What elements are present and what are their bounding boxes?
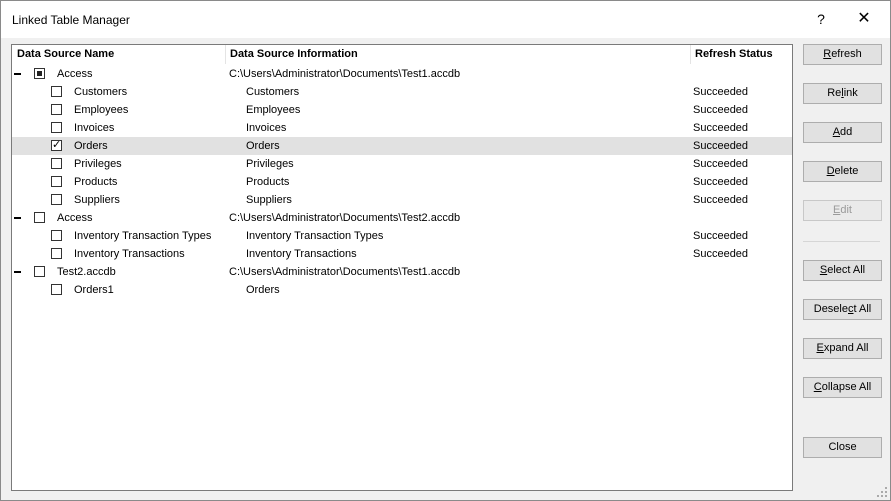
- row-checkbox[interactable]: [34, 212, 45, 223]
- data-source-information: Products: [246, 176, 290, 188]
- data-source-name: Inventory Transaction Types: [74, 230, 212, 242]
- data-source-name: Privileges: [74, 158, 122, 170]
- tree-item-row[interactable]: Suppliers Suppliers Succeeded: [12, 191, 792, 209]
- tree-item-row[interactable]: Privileges Privileges Succeeded: [12, 155, 792, 173]
- add-button[interactable]: Add: [803, 122, 882, 143]
- data-source-name: Suppliers: [74, 194, 120, 206]
- data-source-information: C:\Users\Administrator\Documents\Test1.a…: [229, 68, 461, 80]
- tree-group-row[interactable]: Access C:\Users\Administrator\Documents\T…: [12, 65, 792, 83]
- tree-item-row[interactable]: Products Products Succeeded: [12, 173, 792, 191]
- data-source-information: Employees: [246, 104, 301, 116]
- tree-group-row[interactable]: Access C:\Users\Administrator\Documents\T…: [12, 209, 792, 227]
- data-source-information: C:\Users\Administrator\Documents\Test1.a…: [229, 266, 461, 278]
- refresh-status: Succeeded: [693, 248, 749, 260]
- data-source-information: Orders: [246, 284, 280, 296]
- data-source-name: Access: [57, 212, 93, 224]
- window-title: Linked Table Manager: [12, 13, 130, 27]
- select-all-button[interactable]: Select All: [803, 260, 882, 281]
- data-source-name: Employees: [74, 104, 129, 116]
- data-source-name: Orders1: [74, 284, 114, 296]
- tree-item-row[interactable]: Inventory Transaction Types Inventory Tra…: [12, 227, 792, 245]
- data-source-information: Privileges: [246, 158, 294, 170]
- tree-item-row[interactable]: Customers Customers Succeeded: [12, 83, 792, 101]
- column-header-data-source-name[interactable]: Data Source Name: [17, 45, 114, 64]
- row-checkbox[interactable]: [51, 230, 62, 241]
- data-source-name: Customers: [74, 86, 128, 98]
- data-source-name: Test2.accdb: [57, 266, 116, 278]
- delete-button[interactable]: Delete: [803, 161, 882, 182]
- collapse-toggle-icon[interactable]: [14, 271, 21, 273]
- data-source-information: Customers: [246, 86, 300, 98]
- refresh-button[interactable]: Refresh: [803, 44, 882, 65]
- tree-item-row[interactable]: Employees Employees Succeeded: [12, 101, 792, 119]
- data-source-name: Invoices: [74, 122, 115, 134]
- row-checkbox[interactable]: [51, 248, 62, 259]
- refresh-status: Succeeded: [693, 194, 749, 206]
- data-source-name: Products: [74, 176, 118, 188]
- tree-group-row[interactable]: Test2.accdb C:\Users\Administrator\Docume…: [12, 263, 792, 281]
- refresh-status: Succeeded: [693, 158, 749, 170]
- refresh-status: Succeeded: [693, 122, 749, 134]
- refresh-status: Succeeded: [693, 140, 749, 152]
- data-source-information: Invoices: [246, 122, 287, 134]
- row-checkbox[interactable]: [51, 158, 62, 169]
- column-divider[interactable]: [690, 45, 691, 64]
- collapse-toggle-icon[interactable]: [14, 217, 21, 219]
- close-button[interactable]: Close: [803, 437, 882, 458]
- data-source-information: Inventory Transaction Types: [246, 230, 384, 242]
- row-checkbox[interactable]: [51, 138, 62, 152]
- collapse-toggle-icon[interactable]: [14, 73, 21, 75]
- tree-item-row[interactable]: Orders1 Orders: [12, 281, 792, 299]
- refresh-status: Succeeded: [693, 86, 749, 98]
- row-checkbox[interactable]: [51, 284, 62, 295]
- expand-all-button[interactable]: Expand All: [803, 338, 882, 359]
- refresh-status: Succeeded: [693, 104, 749, 116]
- help-icon[interactable]: ?: [813, 9, 829, 29]
- deselect-all-button[interactable]: Deselect All: [803, 299, 882, 320]
- collapse-all-button[interactable]: Collapse All: [803, 377, 882, 398]
- data-source-information: C:\Users\Administrator\Documents\Test2.a…: [229, 212, 461, 224]
- linked-table-manager-dialog: Linked Table Manager ? ✕ Data Source Nam…: [0, 0, 891, 501]
- refresh-status: Succeeded: [693, 176, 749, 188]
- column-divider[interactable]: [225, 45, 226, 64]
- row-checkbox[interactable]: [51, 86, 62, 97]
- data-source-name: Orders: [74, 140, 108, 152]
- data-source-name: Access: [57, 68, 93, 80]
- relink-button[interactable]: Relink: [803, 83, 882, 104]
- row-checkbox[interactable]: [51, 176, 62, 187]
- tree-item-row[interactable]: Invoices Invoices Succeeded: [12, 119, 792, 137]
- linked-tables-list[interactable]: Data Source Name Data Source Information…: [11, 44, 793, 491]
- close-icon[interactable]: ✕: [853, 9, 875, 29]
- row-checkbox[interactable]: [51, 122, 62, 133]
- row-checkbox[interactable]: [51, 104, 62, 115]
- column-header-refresh-status[interactable]: Refresh Status: [695, 45, 773, 64]
- button-group-separator: [803, 241, 880, 242]
- row-checkbox[interactable]: [51, 194, 62, 205]
- column-header-data-source-information[interactable]: Data Source Information: [230, 45, 358, 64]
- data-source-information: Inventory Transactions: [246, 248, 357, 260]
- edit-button[interactable]: Edit: [803, 200, 882, 221]
- title-bar: Linked Table Manager ? ✕: [1, 1, 890, 38]
- tree-item-row[interactable]: Orders Orders Succeeded: [12, 137, 792, 155]
- tree-item-row[interactable]: Inventory Transactions Inventory Transact…: [12, 245, 792, 263]
- data-source-information: Suppliers: [246, 194, 292, 206]
- data-source-information: Orders: [246, 140, 280, 152]
- data-source-name: Inventory Transactions: [74, 248, 185, 260]
- refresh-status: Succeeded: [693, 230, 749, 242]
- resize-grip-icon[interactable]: [877, 487, 887, 497]
- row-checkbox[interactable]: [34, 266, 45, 277]
- row-checkbox[interactable]: [34, 68, 45, 79]
